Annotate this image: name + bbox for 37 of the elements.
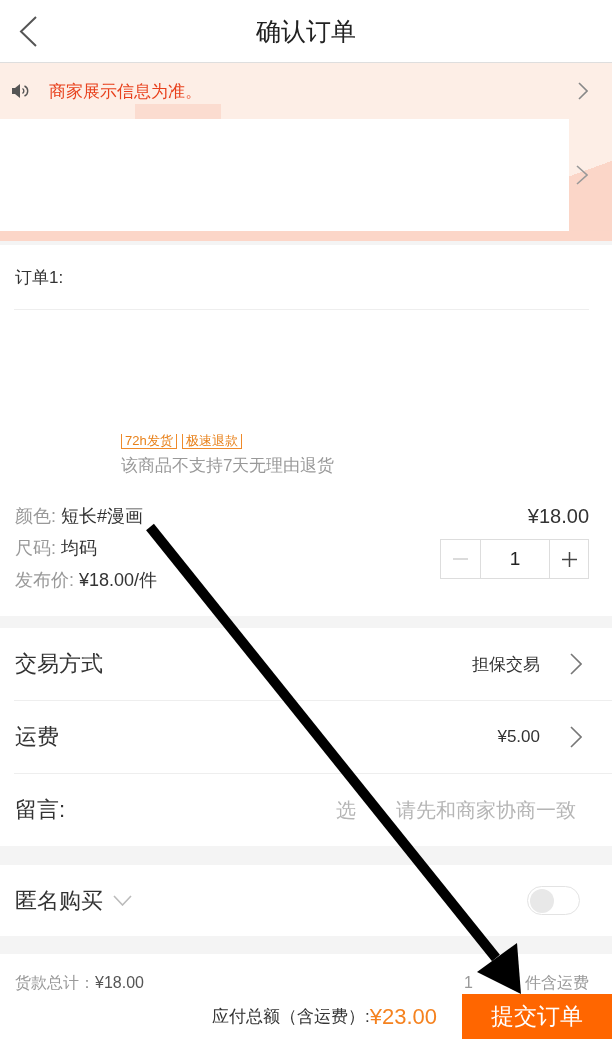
option-label: 运费	[15, 723, 59, 751]
chevron-right-icon[interactable]	[578, 82, 588, 100]
speaker-icon	[12, 84, 29, 98]
item-count: 1	[464, 973, 473, 993]
plus-icon	[561, 551, 577, 567]
spec-value: 短长#漫画	[61, 505, 144, 528]
message-field[interactable]: 选 请先和商家协商一致	[85, 794, 576, 826]
spec-value: 均码	[61, 537, 97, 560]
spec-label: 发布价:	[15, 569, 74, 592]
shipping-note: 件含运费	[525, 973, 589, 993]
notice-text: 商家展示信息为准。	[49, 80, 203, 103]
item-price: ¥18.00	[527, 504, 589, 529]
chevron-right-icon[interactable]	[570, 726, 582, 748]
chevron-right-icon[interactable]	[570, 653, 582, 675]
payable-amount: ¥23.00	[369, 1003, 437, 1030]
spec-label: 颜色:	[15, 505, 56, 528]
service-tag: 极速退款	[181, 434, 242, 449]
order-label: 订单1:	[15, 266, 64, 289]
service-tag: 72h发货	[121, 434, 177, 449]
chevron-right-icon[interactable]	[576, 165, 588, 185]
payable-label: 应付总额（含运费）:	[211, 1006, 370, 1028]
option-label: 留言:	[15, 796, 66, 824]
option-value[interactable]: ¥5.00	[497, 727, 540, 747]
spec-value: ¥18.00/件	[79, 569, 158, 592]
back-icon[interactable]	[19, 15, 37, 47]
goods-total-label: 货款总计：	[15, 973, 95, 993]
increase-button[interactable]	[549, 539, 589, 579]
anonymous-label: 匿名购买	[15, 886, 103, 915]
chevron-down-icon[interactable]	[113, 895, 132, 906]
anonymous-toggle[interactable]	[527, 886, 580, 915]
return-note: 该商品不支持7天无理由退货	[121, 456, 335, 476]
option-label: 交易方式	[15, 650, 103, 678]
goods-total-value: ¥18.00	[95, 973, 144, 993]
option-value[interactable]: 担保交易	[472, 652, 540, 676]
page-title: 确认订单	[255, 15, 357, 47]
minus-icon	[453, 558, 468, 560]
spec-label: 尺码:	[15, 537, 56, 560]
